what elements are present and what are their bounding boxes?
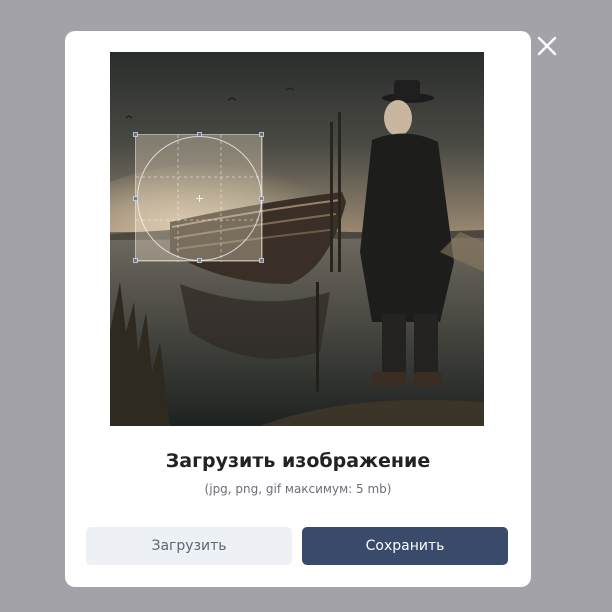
modal-overlay[interactable]: Загрузить изображение (jpg, png, gif мак… [0, 0, 612, 612]
crop-handle-bottom[interactable] [197, 258, 202, 263]
close-icon [537, 36, 557, 56]
crop-handle-left[interactable] [133, 196, 138, 201]
crop-selection[interactable] [133, 132, 264, 263]
file-requirements-text: (jpg, png, gif максимум: 5 mb) [204, 482, 392, 496]
modal-title: Загрузить изображение [165, 450, 431, 472]
crop-handle-top-right[interactable] [259, 132, 264, 137]
save-button[interactable]: Сохранить [302, 527, 508, 565]
image-preview [110, 52, 484, 426]
crop-handle-bottom-left[interactable] [133, 258, 138, 263]
close-button[interactable] [535, 34, 559, 58]
crop-handle-bottom-right[interactable] [259, 258, 264, 263]
crop-guides [136, 135, 263, 262]
upload-button[interactable]: Загрузить [86, 527, 292, 565]
upload-image-modal: Загрузить изображение (jpg, png, gif мак… [65, 31, 531, 587]
crop-handle-right[interactable] [259, 196, 264, 201]
crop-handle-top[interactable] [197, 132, 202, 137]
crop-handle-top-left[interactable] [133, 132, 138, 137]
